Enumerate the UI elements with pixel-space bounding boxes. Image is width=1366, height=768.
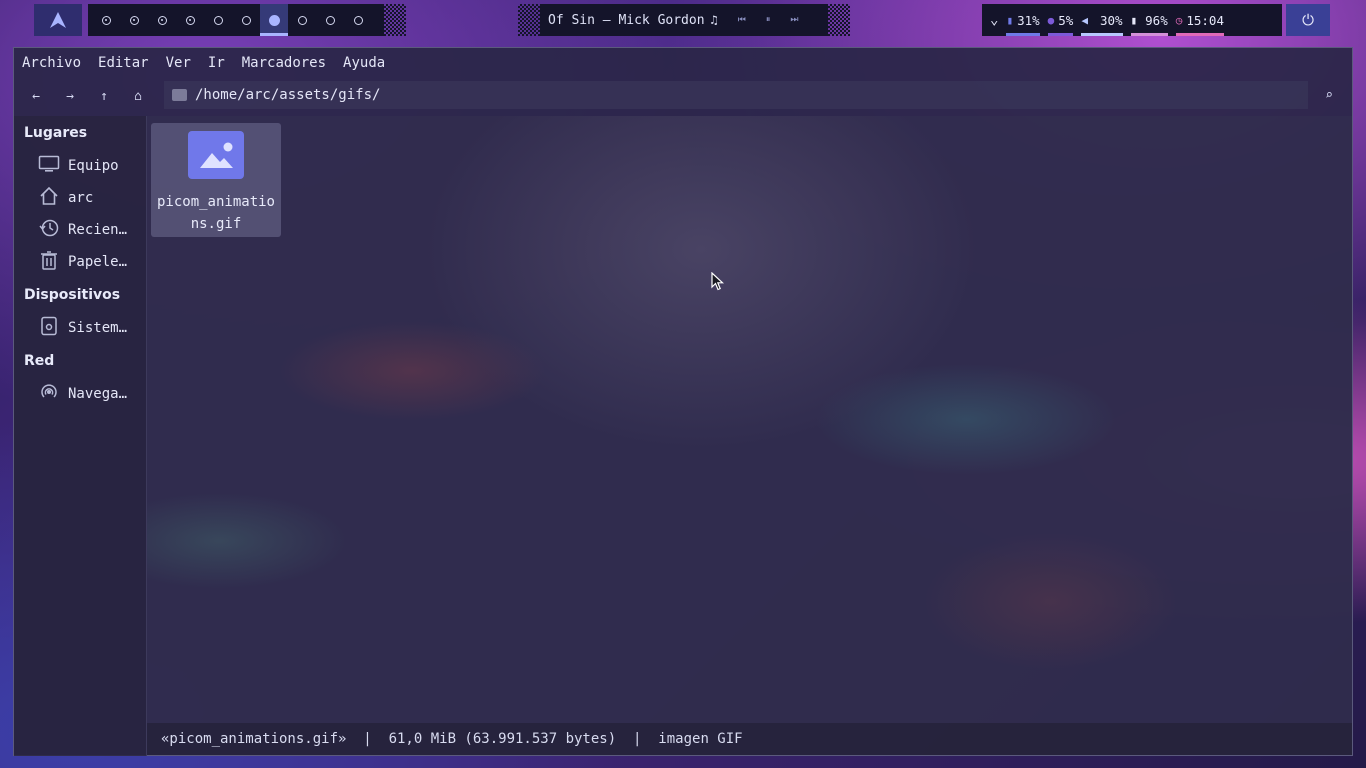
next-track-icon[interactable]: ⏭ bbox=[790, 15, 798, 25]
workspace-3[interactable] bbox=[148, 4, 176, 36]
clock: ◷ 15:04 bbox=[1175, 4, 1224, 36]
sidebar-item-label: Equipo bbox=[68, 158, 119, 174]
workspace-10[interactable] bbox=[344, 4, 372, 36]
menu-ir[interactable]: Ir bbox=[208, 55, 225, 71]
speaker-icon: ◀ bbox=[1081, 13, 1088, 27]
memory-value: 5% bbox=[1058, 12, 1074, 28]
cpu-indicator: ▮ 31% bbox=[1006, 4, 1040, 36]
arrow-right-icon: → bbox=[66, 88, 74, 104]
power-button[interactable]: ⏻ bbox=[1286, 4, 1330, 36]
volume-value: 30% bbox=[1099, 12, 1123, 28]
workspace-9[interactable] bbox=[316, 4, 344, 36]
battery-icon: ▮ bbox=[1130, 13, 1138, 27]
mouse-cursor-icon bbox=[711, 272, 725, 291]
cpu-icon: ▮ bbox=[1006, 13, 1014, 27]
location-path: /home/arc/assets/gifs/ bbox=[195, 87, 381, 103]
location-bar[interactable]: /home/arc/assets/gifs/ bbox=[164, 81, 1308, 109]
panel-divider bbox=[384, 4, 406, 36]
previous-track-icon[interactable]: ⏮ bbox=[738, 15, 746, 25]
up-button[interactable]: ↑ bbox=[87, 81, 121, 111]
top-panel: Of Sin — Mick Gordon ♫ ⏮ ⏸ ⏭ ⌄ ▮ 31% ● 5… bbox=[0, 0, 1366, 40]
sidebar-item-equipo[interactable]: Equipo bbox=[14, 150, 146, 182]
search-icon: ⌕ bbox=[1325, 87, 1333, 103]
system-status: ⌄ ▮ 31% ● 5% ◀ 30% ▮ 96% ◷ 15:04 bbox=[982, 4, 1282, 36]
home-icon: ⌂ bbox=[134, 88, 142, 104]
sidebar-item-network[interactable]: Navega… bbox=[14, 378, 146, 410]
sidebar-item-label: Navega… bbox=[68, 386, 128, 402]
memory-indicator: ● 5% bbox=[1047, 4, 1074, 36]
menu-ver[interactable]: Ver bbox=[166, 55, 191, 71]
file-item[interactable]: picom_animatio ns.gif bbox=[151, 123, 281, 237]
clock-icon: ◷ bbox=[1175, 13, 1183, 27]
arrow-left-icon: ← bbox=[32, 88, 40, 104]
sidebar-item-arc[interactable]: arc bbox=[14, 182, 146, 214]
back-button[interactable]: ← bbox=[19, 81, 53, 111]
sidebar-item-recent[interactable]: Recien… bbox=[14, 214, 146, 246]
battery-value: 96% bbox=[1145, 12, 1168, 28]
folder-icon bbox=[172, 89, 187, 101]
memory-icon: ● bbox=[1047, 13, 1055, 27]
search-button[interactable]: ⌕ bbox=[1314, 81, 1344, 109]
arch-logo-icon bbox=[50, 12, 66, 28]
tray-toggle[interactable]: ⌄ bbox=[990, 4, 998, 36]
sidebar-heading-places: Lugares bbox=[24, 125, 88, 141]
pause-icon[interactable]: ⏸ bbox=[766, 15, 771, 25]
network-icon bbox=[38, 382, 60, 406]
sidebar-item-system[interactable]: Sistem… bbox=[14, 312, 146, 344]
file-name-line-1: picom_animatio bbox=[156, 194, 275, 210]
workspace-8[interactable] bbox=[288, 4, 316, 36]
battery-indicator: ▮ 96% bbox=[1130, 4, 1168, 36]
forward-button[interactable]: → bbox=[53, 81, 87, 111]
image-file-icon bbox=[188, 131, 244, 179]
sidebar-item-label: Papele… bbox=[68, 254, 128, 270]
workspace-5[interactable] bbox=[204, 4, 232, 36]
sidebar-item-label: Sistem… bbox=[68, 320, 128, 336]
menu-editar[interactable]: Editar bbox=[98, 55, 149, 71]
workspace-7[interactable] bbox=[260, 4, 288, 36]
sidebar-item-label: arc bbox=[68, 190, 94, 206]
file-name: picom_animatio ns.gif bbox=[153, 191, 279, 235]
workspace-2[interactable] bbox=[120, 4, 148, 36]
file-manager-window: Archivo Editar Ver Ir Marcadores Ayuda ←… bbox=[13, 47, 1353, 756]
menu-bar: Archivo Editar Ver Ir Marcadores Ayuda bbox=[14, 48, 1352, 78]
cpu-value: 31% bbox=[1017, 12, 1040, 28]
arrow-up-icon: ↑ bbox=[100, 88, 108, 104]
music-note-icon: ♫ bbox=[710, 13, 718, 27]
menu-ayuda[interactable]: Ayuda bbox=[343, 55, 385, 71]
menu-archivo[interactable]: Archivo bbox=[22, 55, 81, 71]
status-bar: «picom_animations.gif» | 61,0 MiB (63.99… bbox=[147, 723, 1352, 755]
workspace-6[interactable] bbox=[232, 4, 260, 36]
panel-divider bbox=[828, 4, 850, 36]
launcher-button[interactable] bbox=[34, 4, 82, 36]
file-view[interactable]: picom_animatio ns.gif bbox=[147, 116, 1352, 723]
sidebar-item-label: Recien… bbox=[68, 222, 128, 238]
home-button[interactable]: ⌂ bbox=[121, 81, 155, 111]
music-player: Of Sin — Mick Gordon ♫ ⏮ ⏸ ⏭ bbox=[540, 4, 828, 36]
sidebar: Lugares Equipo arc Recien… Papele… Dispo… bbox=[14, 116, 147, 756]
now-playing-title: Of Sin — Mick Gordon bbox=[548, 12, 705, 28]
power-icon: ⏻ bbox=[1302, 11, 1314, 29]
workspace-switcher bbox=[88, 4, 384, 36]
computer-icon bbox=[38, 155, 60, 177]
sidebar-heading-network: Red bbox=[24, 353, 55, 369]
drive-icon bbox=[38, 316, 60, 340]
volume-indicator[interactable]: ◀ 30% bbox=[1081, 4, 1123, 36]
recent-icon bbox=[38, 218, 60, 242]
clock-time: 15:04 bbox=[1186, 12, 1224, 28]
panel-divider bbox=[518, 4, 540, 36]
sidebar-heading-devices: Dispositivos bbox=[24, 287, 121, 303]
toolbar: ← → ↑ ⌂ /home/arc/assets/gifs/ ⌕ bbox=[14, 78, 1352, 114]
workspace-1[interactable] bbox=[92, 4, 120, 36]
sidebar-item-trash[interactable]: Papele… bbox=[14, 246, 146, 278]
trash-icon bbox=[38, 250, 60, 274]
workspace-4[interactable] bbox=[176, 4, 204, 36]
menu-marcadores[interactable]: Marcadores bbox=[242, 55, 326, 71]
file-name-line-2: ns.gif bbox=[190, 216, 242, 232]
home-icon bbox=[38, 186, 60, 210]
chevron-down-icon: ⌄ bbox=[990, 12, 999, 28]
